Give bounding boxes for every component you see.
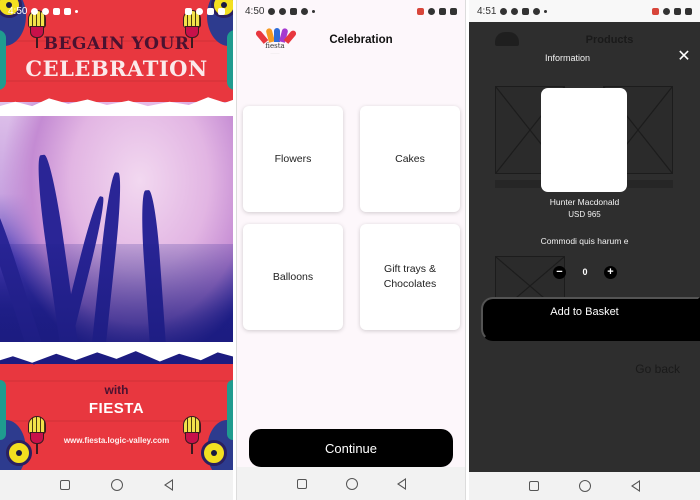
status-bar: 4:50 [0, 0, 233, 22]
system-nav-bar [0, 470, 233, 500]
battery-icon [685, 7, 692, 15]
signal-icon [674, 7, 681, 15]
splash-heading-line2: CELEBRATION [25, 56, 208, 81]
modal-overlay: Products Information ✕ Hunter Macdonald … [469, 22, 700, 472]
background-page-title: Products [585, 34, 634, 46]
continue-button[interactable]: Continue [249, 429, 453, 467]
system-nav-bar [469, 472, 700, 500]
status-bar: 4:50 [237, 0, 465, 22]
recents-icon[interactable] [529, 481, 539, 491]
category-card-balloons[interactable]: Balloons [243, 224, 343, 330]
back-icon[interactable] [396, 477, 406, 490]
home-icon[interactable] [110, 479, 123, 491]
go-back-link[interactable]: Go back [635, 362, 680, 376]
quantity-stepper: − 0 + [553, 265, 617, 279]
recents-icon[interactable] [296, 478, 307, 489]
close-icon[interactable]: ✕ [677, 49, 691, 65]
category-grid: Flowers Cakes Balloons Gift trays & Choc… [243, 106, 461, 330]
back-icon[interactable] [163, 479, 173, 491]
app-icon [64, 7, 72, 15]
increment-button[interactable]: + [603, 265, 617, 279]
notification-icon [185, 7, 192, 15]
home-icon[interactable] [345, 477, 358, 490]
decor-blob-icon [227, 380, 233, 440]
notification-icon [417, 7, 424, 15]
screenshot-collage: BEGAIN YOUR CELEBRATION with FIESTA www.… [0, 0, 700, 500]
modal-header: Information ✕ [469, 49, 700, 69]
product-image [541, 88, 627, 192]
signal-icon [439, 7, 446, 15]
category-card-cakes[interactable]: Cakes [360, 106, 460, 212]
page-title: Celebration [329, 34, 393, 46]
message-icon [31, 7, 39, 15]
wifi-icon [663, 7, 670, 15]
torn-paper-edge [0, 97, 233, 116]
celebration-screen: 4:50 fiesta ········· Celebration Flower… [236, 0, 466, 500]
decrement-button[interactable]: − [553, 265, 566, 279]
app-icon [301, 7, 309, 15]
category-card-flowers[interactable]: Flowers [243, 106, 343, 212]
status-time: 4:50 [245, 5, 265, 17]
notification-icon [652, 7, 659, 15]
message-icon [500, 7, 508, 15]
facebook-icon [279, 7, 287, 15]
product-description: Commodi quis harum e [540, 236, 629, 246]
facebook-icon [511, 7, 519, 15]
status-bar: 4:51 [469, 0, 700, 22]
app-icon [533, 7, 541, 15]
decor-blob-icon [0, 380, 6, 440]
with-text: with [104, 383, 129, 397]
facebook-icon [42, 7, 50, 15]
splash-screen: BEGAIN YOUR CELEBRATION with FIESTA www.… [0, 0, 233, 500]
more-notifications-icon [312, 9, 316, 13]
wifi-icon [428, 7, 435, 15]
products-screen: 4:51 Products Information ✕ Hunter Macdo… [469, 0, 700, 500]
system-nav-bar [237, 467, 465, 500]
more-notifications-icon [544, 9, 548, 13]
battery-icon [218, 7, 225, 15]
back-icon[interactable] [631, 480, 640, 492]
brand-name: FIESTA [88, 400, 145, 417]
video-icon [53, 7, 61, 15]
website-url: www.fiesta.logic-valley.com [63, 436, 170, 445]
add-to-basket-button[interactable]: Add to Basket [481, 297, 700, 341]
splash-background: BEGAIN YOUR CELEBRATION with FIESTA www.… [0, 0, 233, 470]
signal-icon [207, 7, 214, 15]
category-card-gift-trays[interactable]: Gift trays & Chocolates [360, 224, 460, 330]
recents-icon[interactable] [60, 480, 71, 490]
message-icon [268, 7, 276, 15]
status-time: 4:51 [477, 5, 497, 17]
video-icon [290, 7, 298, 15]
status-time: 4:50 [8, 5, 28, 17]
concert-crowd-image [0, 102, 233, 366]
quantity-value: 0 [582, 267, 588, 277]
app-header: fiesta ········· Celebration [237, 22, 465, 60]
video-icon [522, 7, 530, 15]
battery-icon [450, 7, 457, 15]
modal-title: Information [544, 53, 591, 63]
splash-heading-line1: BEGAIN YOUR [43, 34, 190, 54]
product-price: USD 965 [568, 210, 601, 219]
wifi-icon [196, 7, 203, 15]
product-name: Hunter Macdonald [549, 197, 620, 207]
home-icon[interactable] [579, 480, 591, 492]
more-notifications-icon [75, 9, 79, 13]
